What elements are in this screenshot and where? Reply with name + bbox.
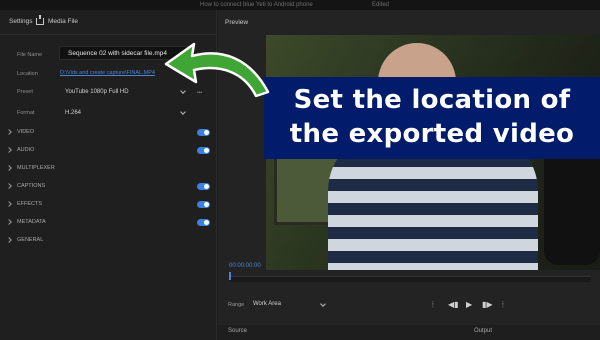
section-audio[interactable]: AUDIO xyxy=(0,142,217,159)
preset-more-icon[interactable]: ••• xyxy=(197,90,202,96)
chevron-right-icon xyxy=(6,201,12,207)
captions-toggle[interactable] xyxy=(197,183,210,190)
chevron-down-icon xyxy=(180,109,186,115)
section-label: VIDEO xyxy=(17,129,35,135)
chevron-right-icon xyxy=(6,237,12,243)
format-dropdown[interactable]: H.264 xyxy=(59,107,189,119)
step-back-icon[interactable]: ◀▮ xyxy=(448,300,459,310)
mark-out-icon[interactable]: ⦙ xyxy=(502,300,504,310)
preset-label: Preset xyxy=(17,89,33,95)
preview-title: Preview xyxy=(225,19,249,26)
title-bar: How to connect blue Yeti to Android phon… xyxy=(0,0,600,10)
media-file-label[interactable]: Media File xyxy=(48,18,78,25)
file-name-input[interactable]: Sequence 02 with sidecar file.mp4 xyxy=(59,46,189,60)
scrub-bar[interactable] xyxy=(229,276,591,282)
playhead[interactable] xyxy=(229,272,231,280)
callout-line-2: the exported video xyxy=(289,119,575,149)
window-title: How to connect blue Yeti to Android phon… xyxy=(200,2,313,8)
range-label: Range xyxy=(228,302,245,308)
location-link[interactable]: D:\Vids and create capture\FINAL.MP4 xyxy=(60,70,155,76)
preview-panel: Preview Set the location of the exported… xyxy=(218,10,600,340)
edited-status: Edited xyxy=(372,2,390,8)
export-settings-panel: Settings Media File File Name Sequence 0… xyxy=(0,10,217,340)
source-tab[interactable]: Source xyxy=(228,328,247,334)
chevron-right-icon xyxy=(6,219,12,225)
callout-line-1: Set the location of xyxy=(293,85,571,115)
section-label: GENERAL xyxy=(17,237,44,243)
section-captions[interactable]: CAPTIONS xyxy=(0,178,217,195)
chevron-down-icon xyxy=(180,88,186,94)
section-video[interactable]: VIDEO xyxy=(0,124,217,141)
audio-toggle[interactable] xyxy=(197,147,210,154)
section-multiplexer[interactable]: MULTIPLEXER xyxy=(0,160,217,177)
location-label: Location xyxy=(17,71,38,77)
callout-text: Set the location of the exported video xyxy=(264,83,600,151)
section-label: METADATA xyxy=(17,219,46,225)
section-general[interactable]: GENERAL xyxy=(0,232,217,249)
export-media-icon[interactable] xyxy=(36,15,44,25)
effects-toggle[interactable] xyxy=(197,201,210,208)
bottom-tabs: Source Output xyxy=(218,325,600,340)
section-metadata[interactable]: METADATA xyxy=(0,214,217,231)
chevron-right-icon xyxy=(6,165,12,171)
tutorial-callout: Set the location of the exported video xyxy=(264,77,600,159)
play-icon[interactable]: ▶ xyxy=(466,300,472,310)
file-name-label: File Name xyxy=(17,52,43,58)
chevron-right-icon xyxy=(6,147,12,153)
settings-title: Settings xyxy=(9,18,33,25)
format-label: Format xyxy=(17,110,35,116)
preset-dropdown[interactable]: YouTube 1080p Full HD xyxy=(59,86,189,98)
section-label: AUDIO xyxy=(17,147,35,153)
section-label: CAPTIONS xyxy=(17,183,46,189)
settings-header: Settings Media File xyxy=(0,10,217,32)
metadata-toggle[interactable] xyxy=(197,219,210,226)
section-effects[interactable]: EFFECTS xyxy=(0,196,217,213)
video-toggle[interactable] xyxy=(197,129,210,136)
section-label: EFFECTS xyxy=(17,201,43,207)
chevron-right-icon xyxy=(6,183,12,189)
chevron-down-icon xyxy=(320,301,326,307)
step-forward-icon[interactable]: ▮▶ xyxy=(482,300,493,310)
preset-value: YouTube 1080p Full HD xyxy=(65,89,129,95)
chevron-right-icon xyxy=(6,129,12,135)
mark-in-icon[interactable]: ⦙ xyxy=(432,300,434,310)
format-value: H.264 xyxy=(65,110,82,116)
range-value: Work Area xyxy=(253,301,281,307)
divider xyxy=(0,34,217,35)
video-microphone xyxy=(544,145,600,265)
section-label: MULTIPLEXER xyxy=(17,165,55,171)
range-dropdown[interactable]: Work Area xyxy=(251,299,331,310)
output-tab[interactable]: Output xyxy=(474,328,492,334)
timecode: 00:00:00:00 xyxy=(229,263,261,269)
